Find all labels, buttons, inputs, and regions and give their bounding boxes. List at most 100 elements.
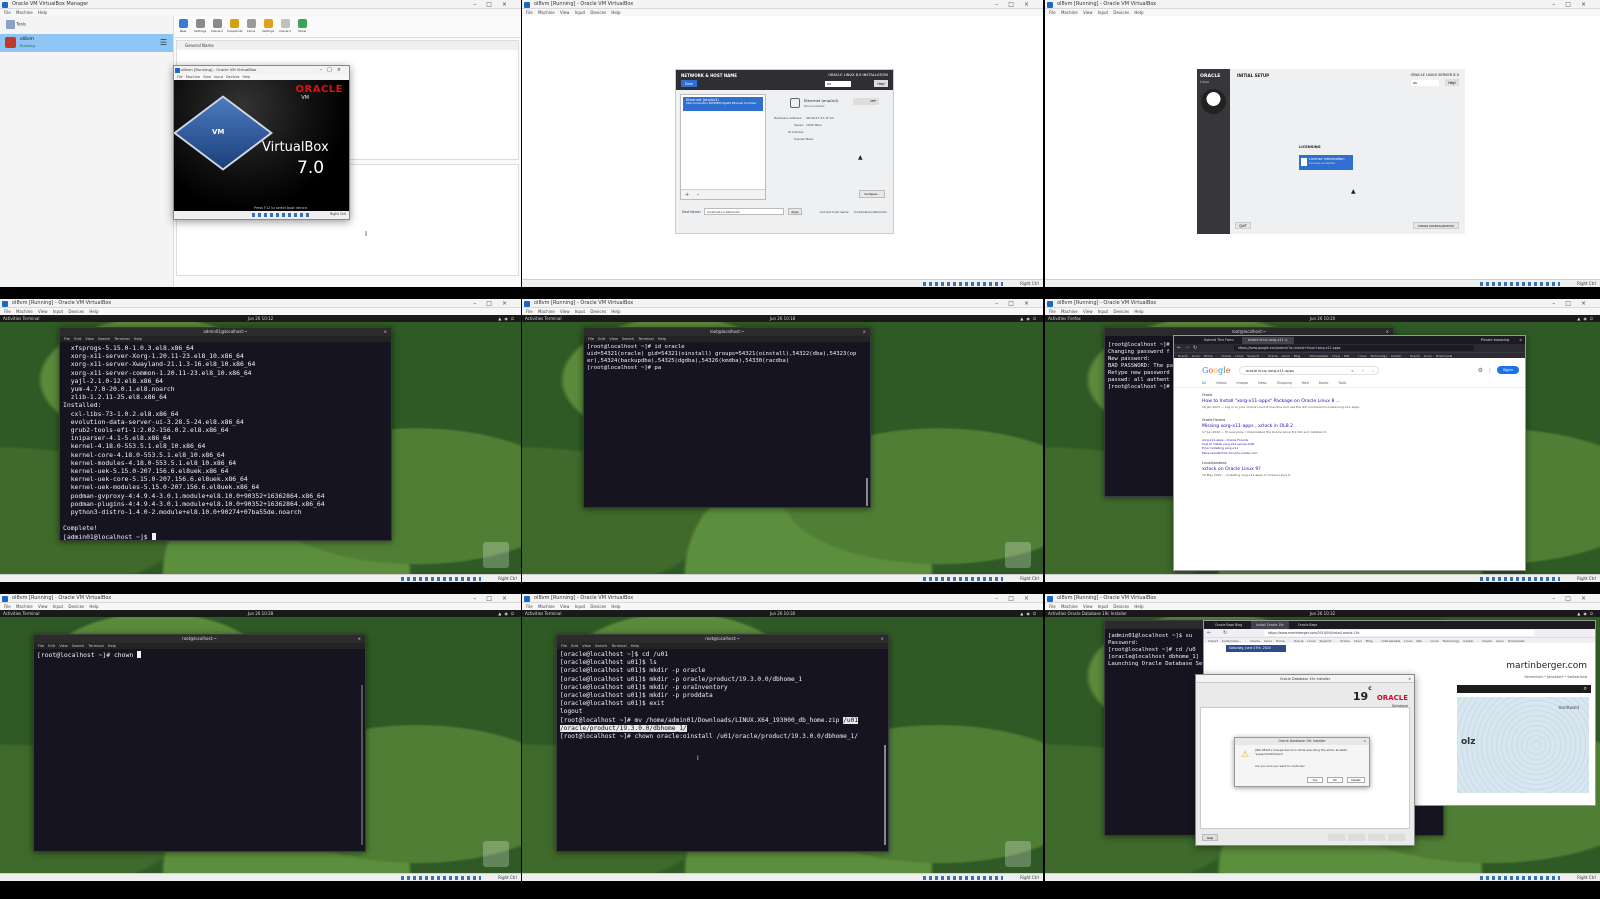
close-icon[interactable]: ×: [863, 328, 866, 336]
window-controls[interactable]: –□×: [473, 0, 517, 9]
close-icon[interactable]: ×: [881, 635, 884, 643]
status-icons[interactable]: [923, 577, 1003, 581]
filter-tools[interactable]: Tools: [1338, 381, 1346, 385]
error-dialog[interactable]: Oracle Database 19c Installer × ⚠ [INS-0…: [1234, 737, 1370, 787]
topbar-clock[interactable]: Jun 26 10:18: [522, 315, 1043, 322]
bookmarks-bar[interactable]: Import bookmarks... · Oracle Linux Home …: [1204, 637, 1595, 643]
dialog-close-icon[interactable]: ×: [1363, 738, 1366, 745]
filter-all[interactable]: All: [1202, 381, 1206, 385]
topbar-clock[interactable]: Jun 26 10:12: [0, 315, 521, 322]
installer-window[interactable]: Oracle Database 19c Installer × 19c ORAC…: [1195, 674, 1415, 846]
installer-titlebar[interactable]: Oracle Database 19c Installer ×: [1196, 675, 1414, 683]
site-search-icon[interactable]: ⌕: [1584, 685, 1587, 693]
status-icons[interactable]: [1480, 876, 1560, 880]
details-button[interactable]: Details: [1347, 777, 1365, 783]
terminal-titlebar[interactable]: root@localhost:~ ×: [557, 635, 888, 643]
firefox-window[interactable]: Submit This Form oracle linux xorg-x11 ×…: [1173, 335, 1526, 571]
browser-tab[interactable]: Install Oracle 19c: [1251, 621, 1290, 629]
window-controls[interactable]: –□×: [473, 594, 517, 603]
yes-button[interactable]: Yes: [1307, 777, 1323, 783]
terminal-titlebar[interactable]: admin01@localhost:~ ×: [60, 328, 391, 336]
system-tray-icons[interactable]: ▲◉⏻: [1020, 315, 1039, 322]
close-icon[interactable]: ×: [358, 635, 361, 643]
installer-close-icon[interactable]: ×: [1408, 675, 1411, 683]
vm-status-icons[interactable]: [252, 213, 312, 217]
terminal-window[interactable]: root@localhost:~ × File Edit View Search …: [556, 634, 889, 852]
site-title[interactable]: martinberger.com: [1506, 661, 1587, 671]
bookmarks-bar[interactable]: Oracle Linux Home · Oracle Linux Support…: [1174, 352, 1525, 358]
result-title[interactable]: xclock on Oracle Linux 9?: [1202, 467, 1422, 472]
status-icons[interactable]: [923, 282, 1003, 286]
apps-grid-icon[interactable]: ⋮: [1487, 367, 1493, 374]
topbar-clock[interactable]: Jun 26 10:32: [1045, 610, 1600, 617]
menubar[interactable]: File Machine Help: [0, 9, 521, 16]
system-tray-icons[interactable]: ▲◉⏻: [1577, 610, 1596, 617]
system-tray-icons[interactable]: ▲◉⏻: [1577, 315, 1596, 322]
menubar[interactable]: File Machine View Input Devices Help: [0, 308, 521, 315]
terminal-titlebar[interactable]: root@localhost:~ ×: [584, 328, 870, 336]
interface-item[interactable]: Ethernet (enp0s3) Intel Corporation 8254…: [683, 97, 763, 111]
terminal-titlebar[interactable]: root@localhost:~ ×: [34, 635, 365, 643]
back-icon[interactable]: ←: [1207, 629, 1211, 637]
status-icons[interactable]: [923, 876, 1003, 880]
hamburger-icon[interactable]: ☰: [160, 39, 167, 47]
menubar[interactable]: File Machine View Input Devices Help: [1045, 9, 1600, 16]
window-controls[interactable]: –□×: [995, 594, 1039, 603]
status-icons[interactable]: [1480, 282, 1560, 286]
reload-icon[interactable]: ↻: [1193, 344, 1197, 352]
window-controls[interactable]: –□×: [1552, 594, 1596, 603]
toolbar-button-new[interactable]: New: [176, 19, 190, 33]
menubar[interactable]: File Machine View Input Devices Help: [522, 308, 1043, 315]
search-icon[interactable]: ⌕: [1372, 367, 1374, 376]
help-button[interactable]: Help!: [874, 80, 888, 87]
window-controls[interactable]: –□×: [473, 299, 517, 308]
window-controls[interactable]: –□×: [995, 299, 1039, 308]
menubar[interactable]: File Machine View Input Devices Help: [1045, 308, 1600, 315]
close-icon[interactable]: ×: [384, 328, 387, 336]
menubar[interactable]: File Machine View Input Devices Help: [1045, 603, 1600, 610]
system-tray-icons[interactable]: ▲◉⏻: [498, 315, 517, 322]
terminal-output[interactable]: [root@localhost ~]# id oracle uid=54321(…: [584, 342, 870, 374]
apply-button[interactable]: Apply: [788, 208, 802, 215]
reload-icon[interactable]: ↻: [1223, 629, 1227, 637]
window-titlebar[interactable]: ol8vm [Running] - Oracle VM VirtualBox –□…: [522, 299, 1043, 308]
clear-search-icon[interactable]: ×: [1351, 367, 1354, 376]
status-icons[interactable]: [401, 577, 481, 581]
result-title[interactable]: How to Install "xorg-x11-apps" Package o…: [1202, 399, 1422, 404]
terminal-scrollbar[interactable]: [361, 685, 363, 845]
window-titlebar[interactable]: ol8vm [Running] - Oracle VM VirtualBox –□…: [0, 594, 521, 603]
filter-books[interactable]: Books: [1319, 381, 1329, 385]
tab-google-search[interactable]: oracle linux xorg-x11 ×: [1242, 337, 1294, 344]
terminal-window[interactable]: root@localhost:~ × File Edit View Search …: [33, 634, 366, 852]
quit-button[interactable]: QUIT: [1235, 222, 1251, 229]
window-titlebar[interactable]: ol8vm [Running] - Oracle VM VirtualBox –□…: [0, 299, 521, 308]
window-controls[interactable]: –□×: [995, 0, 1039, 9]
vm-list-item[interactable]: ol8vm Running ☰: [0, 34, 173, 52]
toolbar-button-settings[interactable]: Settings: [193, 19, 207, 33]
search-result[interactable]: Oracle Forums Missing xorg-x11-apps , xcl…: [1202, 418, 1422, 434]
filter-web[interactable]: Web: [1302, 381, 1309, 385]
window-close-icon[interactable]: ×: [1519, 336, 1522, 344]
terminal-output[interactable]: [oracle@localhost ~]$ cd /u01 [oracle@lo…: [557, 649, 888, 743]
vm-window-controls[interactable]: –□×: [320, 66, 346, 74]
interface-toggle[interactable]: OFF: [853, 98, 879, 105]
browser-tab[interactable]: Oracle Base: [1293, 621, 1322, 629]
terminal-output[interactable]: xfsprogs-5.15.0-1.0.3.el8.x86_64 xorg-x1…: [60, 342, 391, 540]
help-button[interactable]: Help!: [1445, 79, 1459, 86]
browser-tab[interactable]: Oracle Base Blog: [1210, 621, 1247, 629]
done-button[interactable]: Done: [681, 80, 697, 87]
search-result[interactable]: LinuxQuestions xclock on Oracle Linux 9? 1…: [1202, 461, 1422, 477]
window-titlebar[interactable]: ol8vm [Running] - Oracle VM VirtualBox –□…: [1045, 299, 1600, 308]
window-titlebar[interactable]: Oracle VM VirtualBox Manager –□×: [0, 0, 521, 9]
dialog-titlebar[interactable]: Oracle Database 19c Installer ×: [1235, 738, 1369, 745]
hostname-input[interactable]: localhost.localdomain: [704, 208, 784, 215]
keyboard-layout[interactable]: us: [1411, 80, 1439, 86]
no-button[interactable]: No: [1327, 777, 1343, 783]
toolbar-button-settings[interactable]: Settings: [261, 19, 275, 33]
status-icons[interactable]: [401, 876, 481, 880]
selected-path-2[interactable]: /oracle/product/19.3.0.0/dbhome_1/: [560, 724, 687, 732]
search-input[interactable]: oracle linux xorg-x11-apps × ♪ ⌕: [1239, 366, 1379, 375]
window-controls[interactable]: –□×: [1552, 299, 1596, 308]
mic-icon[interactable]: ♪: [1362, 367, 1364, 376]
topbar-clock[interactable]: Jun 26 10:28: [0, 610, 521, 617]
